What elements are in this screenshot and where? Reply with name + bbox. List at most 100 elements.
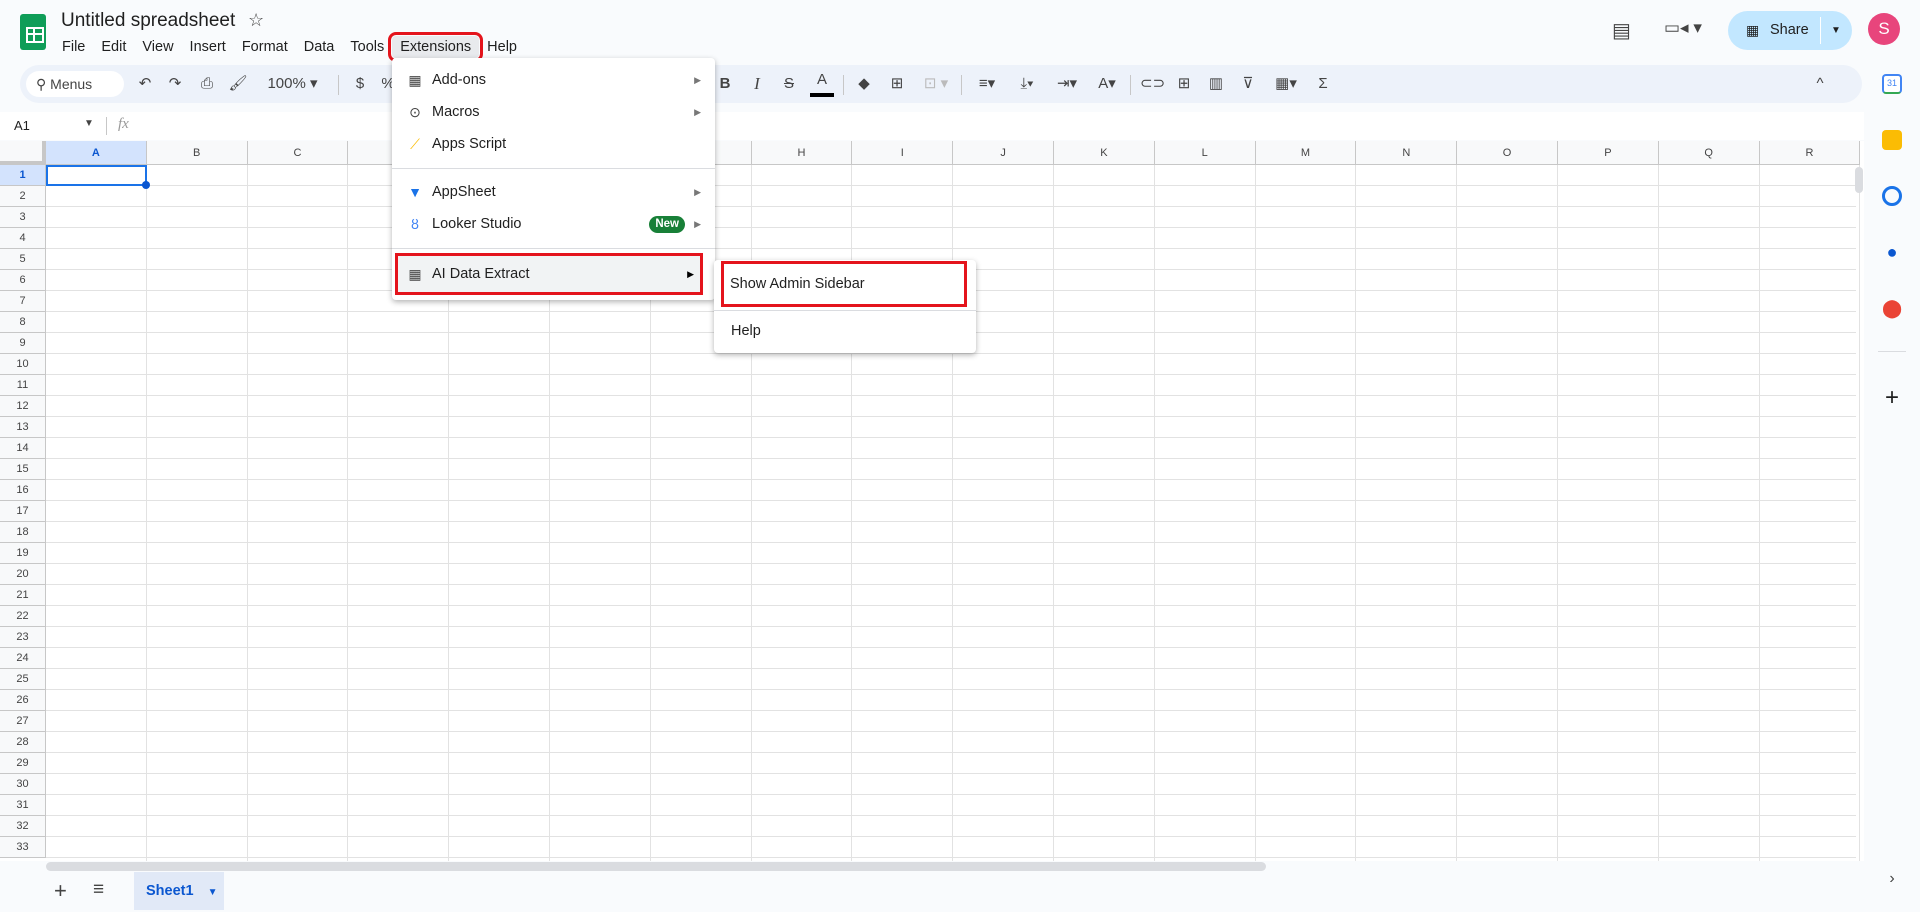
row-header-18[interactable]: 18 xyxy=(0,522,46,543)
add-addon-icon[interactable]: + xyxy=(1882,386,1902,410)
row-header-21[interactable]: 21 xyxy=(0,585,46,606)
menu-insert[interactable]: Insert xyxy=(182,36,234,58)
meet-icon[interactable]: ▭◂ ▾ xyxy=(1664,18,1702,38)
menu-data[interactable]: Data xyxy=(296,36,343,58)
row-header-10[interactable]: 10 xyxy=(0,354,46,375)
comments-icon[interactable]: ▤ xyxy=(1612,18,1631,43)
horizontal-scrollbar[interactable] xyxy=(46,862,1266,871)
borders-icon[interactable]: ⊞ xyxy=(886,65,908,103)
chart-icon[interactable]: ▥ xyxy=(1204,65,1228,103)
print-icon[interactable]: ⎙ xyxy=(196,65,218,103)
row-header-1[interactable]: 1 xyxy=(0,165,46,186)
selected-cell-a1[interactable] xyxy=(46,165,150,189)
row-header-20[interactable]: 20 xyxy=(0,564,46,585)
row-header-32[interactable]: 32 xyxy=(0,816,46,837)
sheet-tab[interactable]: Sheet1 ▼ xyxy=(134,872,224,910)
row-header-14[interactable]: 14 xyxy=(0,438,46,459)
calendar-icon[interactable]: 31 xyxy=(1882,74,1902,94)
row-header-27[interactable]: 27 xyxy=(0,711,46,732)
horizontal-align-icon[interactable]: ≡▾ xyxy=(970,65,1004,103)
menu-item-ai-data-extract[interactable]: ▦ AI Data Extract ▶ xyxy=(395,253,703,295)
menu-format[interactable]: Format xyxy=(234,36,296,58)
contacts-icon[interactable]: ● xyxy=(1882,242,1902,262)
menu-file[interactable]: File xyxy=(54,36,93,58)
row-header-28[interactable]: 28 xyxy=(0,732,46,753)
document-title[interactable]: Untitled spreadsheet xyxy=(61,10,235,32)
row-header-9[interactable]: 9 xyxy=(0,333,46,354)
menu-item-show-admin-sidebar[interactable]: Show Admin Sidebar xyxy=(721,261,967,307)
redo-icon[interactable]: ↷ xyxy=(164,65,186,103)
row-header-23[interactable]: 23 xyxy=(0,627,46,648)
row-header-6[interactable]: 6 xyxy=(0,270,46,291)
zoom-select[interactable]: 100% ▾ xyxy=(260,65,325,103)
text-wrap-icon[interactable]: ⇥▾ xyxy=(1050,65,1084,103)
name-box-dropdown-icon[interactable]: ▼ xyxy=(84,118,94,129)
expand-panel-icon[interactable]: › xyxy=(1882,870,1902,890)
column-header-N[interactable]: N xyxy=(1356,141,1458,165)
column-header-P[interactable]: P xyxy=(1558,141,1659,165)
keep-icon[interactable] xyxy=(1882,130,1902,150)
row-header-5[interactable]: 5 xyxy=(0,249,46,270)
row-header-11[interactable]: 11 xyxy=(0,375,46,396)
row-header-22[interactable]: 22 xyxy=(0,606,46,627)
row-header-2[interactable]: 2 xyxy=(0,186,46,207)
star-icon[interactable]: ☆ xyxy=(248,10,264,31)
filter-views-icon[interactable]: ▦▾ xyxy=(1268,65,1304,103)
fill-color-icon[interactable]: ◆ xyxy=(852,65,876,103)
strikethrough-icon[interactable]: S xyxy=(778,65,800,103)
row-header-17[interactable]: 17 xyxy=(0,501,46,522)
bold-button[interactable]: B xyxy=(714,65,736,103)
column-header-I[interactable]: I xyxy=(852,141,954,165)
link-icon[interactable]: ⊂⊃ xyxy=(1140,65,1165,103)
merge-cells-icon[interactable]: ⊡ ▾ xyxy=(916,65,956,103)
row-header-19[interactable]: 19 xyxy=(0,543,46,564)
text-rotation-icon[interactable]: A▾ xyxy=(1090,65,1124,103)
menu-item-add-ons[interactable]: ▦ Add-ons ▶ xyxy=(392,64,715,96)
row-header-29[interactable]: 29 xyxy=(0,753,46,774)
paint-format-icon[interactable]: 🖌 xyxy=(227,65,249,103)
vertical-align-icon[interactable]: ⤓▾ xyxy=(1010,65,1044,103)
tasks-icon[interactable] xyxy=(1882,186,1902,206)
menu-edit[interactable]: Edit xyxy=(93,36,134,58)
row-header-4[interactable]: 4 xyxy=(0,228,46,249)
column-header-A[interactable]: A xyxy=(46,141,147,165)
menu-item-appsheet[interactable]: ▼ AppSheet ▶ xyxy=(392,176,715,208)
menu-item-macros[interactable]: ⊙ Macros ▶ xyxy=(392,96,715,128)
menu-item-help[interactable]: Help xyxy=(714,314,976,348)
row-header-26[interactable]: 26 xyxy=(0,690,46,711)
sheets-logo[interactable] xyxy=(20,14,46,50)
row-header-16[interactable]: 16 xyxy=(0,480,46,501)
row-header-7[interactable]: 7 xyxy=(0,291,46,312)
undo-icon[interactable]: ↶ xyxy=(134,65,156,103)
maps-icon[interactable]: ⬤ xyxy=(1882,298,1902,318)
column-header-O[interactable]: O xyxy=(1457,141,1558,165)
name-box[interactable]: A1 xyxy=(14,118,30,133)
avatar[interactable]: S xyxy=(1868,13,1900,45)
row-header-25[interactable]: 25 xyxy=(0,669,46,690)
share-dropdown-icon[interactable]: ▼ xyxy=(1831,11,1841,50)
column-header-L[interactable]: L xyxy=(1154,141,1256,165)
menu-item-apps-script[interactable]: ⟋ Apps Script xyxy=(392,128,715,160)
row-header-12[interactable]: 12 xyxy=(0,396,46,417)
column-header-B[interactable]: B xyxy=(146,141,248,165)
menu-tools[interactable]: Tools xyxy=(342,36,392,58)
row-header-8[interactable]: 8 xyxy=(0,312,46,333)
column-header-R[interactable]: R xyxy=(1759,141,1861,165)
menu-item-looker-studio[interactable]: ȣ Looker Studio New ▶ xyxy=(392,208,715,240)
currency-button[interactable]: $ xyxy=(350,65,370,103)
column-header-Q[interactable]: Q xyxy=(1658,141,1760,165)
all-sheets-icon[interactable]: ≡ xyxy=(93,879,104,901)
menu-help[interactable]: Help xyxy=(479,36,525,58)
add-sheet-icon[interactable]: + xyxy=(54,878,67,904)
select-all-corner[interactable] xyxy=(0,141,46,165)
column-header-K[interactable]: K xyxy=(1054,141,1155,165)
comment-icon[interactable]: ⊞ xyxy=(1172,65,1196,103)
row-header-31[interactable]: 31 xyxy=(0,795,46,816)
row-header-30[interactable]: 30 xyxy=(0,774,46,795)
vertical-scrollbar[interactable] xyxy=(1855,167,1863,193)
share-button[interactable]: ▦ Share ▼ xyxy=(1728,11,1852,50)
row-header-15[interactable]: 15 xyxy=(0,459,46,480)
menu-extensions[interactable]: Extensions xyxy=(388,32,484,62)
collapse-toolbar-icon[interactable]: ^ xyxy=(1808,65,1832,103)
fill-handle[interactable] xyxy=(142,181,150,189)
